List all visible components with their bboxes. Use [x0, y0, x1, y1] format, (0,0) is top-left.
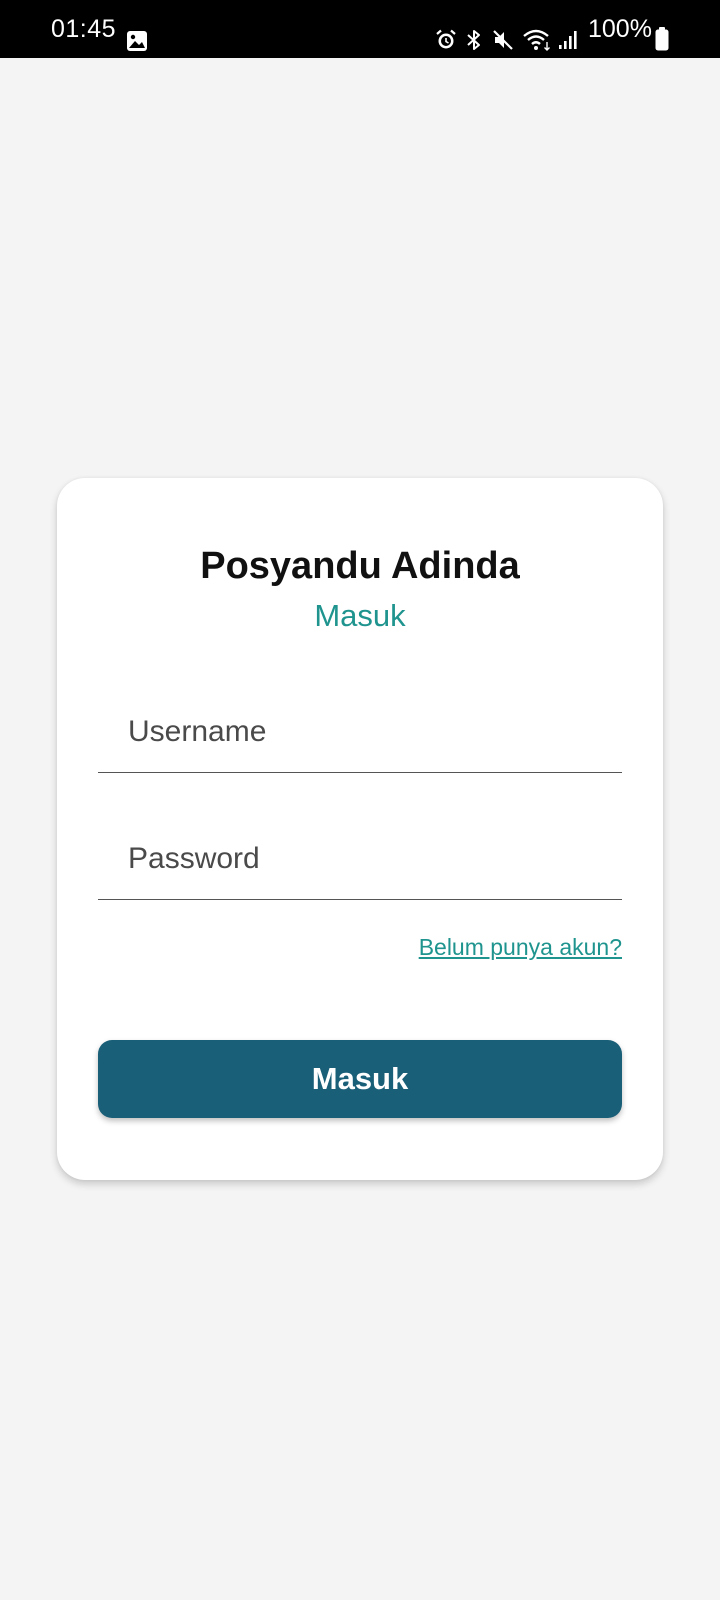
image-icon: [127, 31, 147, 51]
register-link[interactable]: Belum punya akun?: [419, 934, 622, 961]
login-subtitle: Masuk: [314, 598, 406, 633]
app-title: Posyandu Adinda: [200, 545, 520, 587]
password-input[interactable]: [128, 818, 608, 899]
wifi-icon: [523, 29, 550, 51]
login-button[interactable]: Masuk: [98, 1040, 622, 1118]
status-time: 01:45: [51, 15, 117, 43]
signal-icon: [559, 31, 577, 49]
mute-icon: [493, 30, 513, 50]
battery-icon: [655, 27, 669, 51]
password-field[interactable]: [98, 818, 622, 900]
alarm-icon: [436, 29, 456, 49]
battery-percentage: 100%: [588, 15, 652, 43]
status-bar: 01:45 100%: [0, 0, 720, 58]
username-input[interactable]: [128, 692, 608, 772]
username-field[interactable]: [98, 692, 622, 773]
bluetooth-icon: [467, 30, 480, 50]
